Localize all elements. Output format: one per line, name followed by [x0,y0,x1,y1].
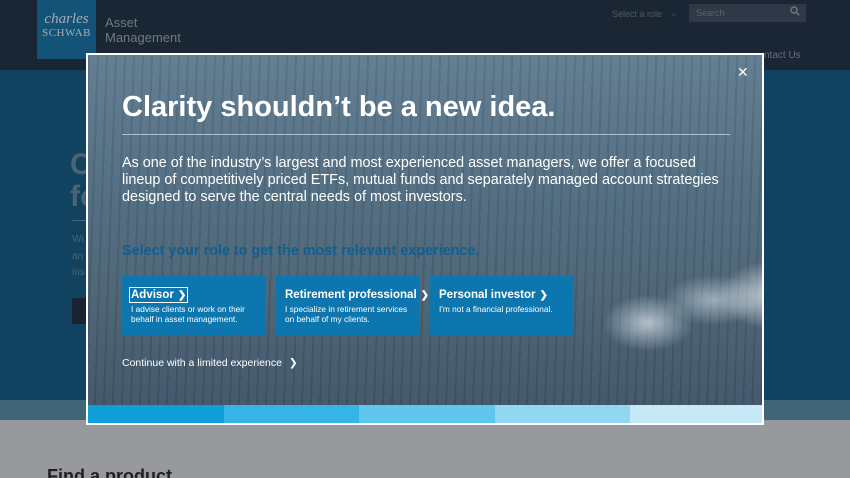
role-card-title: Personal investor ❯ [439,289,548,301]
role-card-advisor[interactable]: Advisor ❯ I advise clients or work on th… [122,276,266,335]
role-card-personal-investor[interactable]: Personal investor ❯ I'm not a financial … [430,276,574,335]
role-prompt: Select your role to get the most relevan… [122,243,480,259]
modal-title: Clarity shouldn’t be a new idea. [122,91,556,123]
color-bar-segment [359,405,495,423]
role-card-title: Retirement professional ❯ [285,289,429,301]
color-bar [88,405,762,423]
role-card-title-text: Personal investor [439,289,536,301]
color-bar-segment [88,405,224,423]
close-icon[interactable]: ✕ [737,64,749,81]
role-card-title-text: Retirement professional [285,289,417,301]
title-divider [122,134,730,135]
chevron-right-icon: ❯ [177,289,187,301]
role-card-description: I advise clients or work on their behalf… [131,304,245,324]
role-card-description: I'm not a financial professional. [439,304,553,314]
modal-description: As one of the industry’s largest and mos… [122,155,719,205]
continue-limited-label: Continue with a limited experience [122,357,282,369]
chevron-right-icon: ❯ [539,289,548,301]
chevron-right-icon: ❯ [288,357,298,369]
chevron-right-icon: ❯ [420,289,430,301]
color-bar-segment [494,405,631,423]
role-card-description: I specialize in retirement services on b… [285,304,408,324]
color-bar-segment [630,405,762,423]
continue-limited-link[interactable]: Continue with a limited experience ❯ [122,357,298,369]
role-card-title: Advisor ❯ [128,287,189,303]
color-bar-segment [223,405,360,423]
role-selection-modal: ✕ Clarity shouldn’t be a new idea. As on… [86,53,764,425]
role-card-retirement-professional[interactable]: Retirement professional ❯ I specialize i… [276,276,429,335]
role-card-title-text: Advisor [131,289,174,301]
